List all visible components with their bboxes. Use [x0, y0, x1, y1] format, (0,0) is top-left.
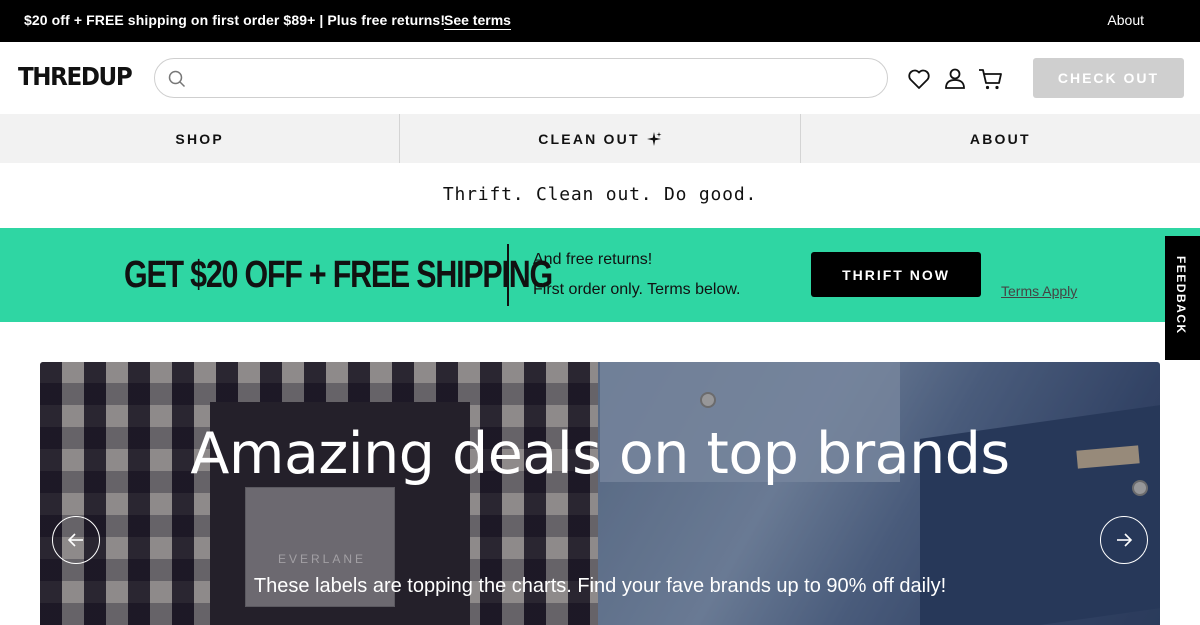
- banner-headline: GET $20 OFF + FREE SHIPPING: [124, 254, 553, 296]
- banner-divider: [507, 244, 509, 306]
- arrow-right-icon: [1117, 533, 1133, 547]
- carousel-next-button[interactable]: [1100, 516, 1148, 564]
- search-bar[interactable]: [154, 58, 888, 98]
- arrow-left-icon: [67, 533, 83, 547]
- nav-about[interactable]: ABOUT: [801, 114, 1200, 163]
- header: THREDUP CHECK OUT: [0, 42, 1200, 114]
- terms-apply-link[interactable]: Terms Apply: [1001, 283, 1077, 299]
- nav-about-label: ABOUT: [969, 130, 1031, 147]
- see-terms-link[interactable]: See terms: [444, 12, 511, 30]
- about-link[interactable]: About: [1107, 12, 1144, 28]
- heart-icon[interactable]: [906, 66, 932, 92]
- thredup-logo[interactable]: THREDUP: [18, 62, 133, 91]
- account-icon[interactable]: [942, 66, 968, 92]
- hero-title: Amazing deals on top brands: [190, 421, 1010, 487]
- nav-clean-out[interactable]: CLEAN OUT: [400, 114, 801, 163]
- sparkle-icon: [646, 131, 662, 146]
- cart-icon[interactable]: [978, 66, 1004, 92]
- banner-line-2: First order only. Terms below.: [533, 281, 741, 298]
- nav-shop-label: SHOP: [175, 130, 224, 147]
- feedback-label: FEEDBACK: [1174, 256, 1188, 335]
- nav-shop[interactable]: SHOP: [0, 114, 401, 163]
- carousel-prev-button[interactable]: [52, 516, 100, 564]
- promo-banner: GET $20 OFF + FREE SHIPPING And free ret…: [0, 228, 1200, 322]
- checkout-button[interactable]: CHECK OUT: [1033, 58, 1184, 98]
- thrift-now-button[interactable]: THRIFT NOW: [811, 252, 981, 297]
- tagline: Thrift. Clean out. Do good.: [442, 184, 758, 205]
- hero-subtitle: These labels are topping the charts. Fin…: [253, 575, 947, 597]
- hero-carousel: EVERLANE Amazing deals on top brands The…: [40, 362, 1160, 625]
- feedback-tab[interactable]: FEEDBACK: [1165, 236, 1200, 360]
- search-icon: [168, 70, 186, 88]
- search-input[interactable]: [197, 67, 867, 89]
- banner-line-1: And free returns!: [533, 251, 653, 268]
- main-nav: SHOP CLEAN OUT ABOUT: [0, 114, 1200, 163]
- promo-text: $20 off + FREE shipping on first order $…: [24, 12, 446, 28]
- promo-bar: $20 off + FREE shipping on first order $…: [0, 0, 1200, 42]
- nav-clean-out-label: CLEAN OUT: [538, 130, 640, 147]
